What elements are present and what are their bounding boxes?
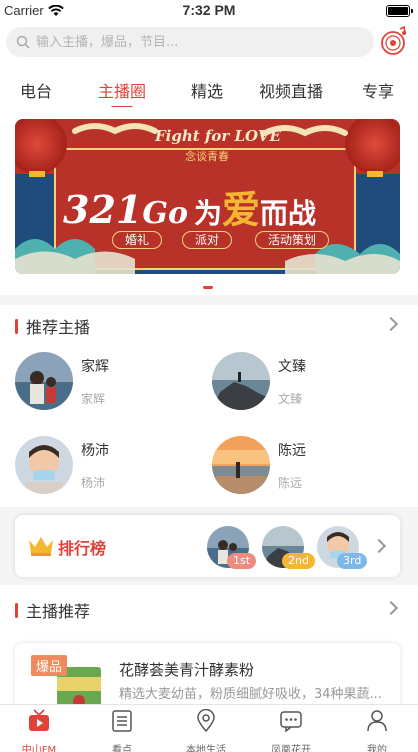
- section-accent-bar: [15, 318, 18, 334]
- banner-tag-event-planning: 活动策划: [255, 231, 329, 249]
- tabbar-item-phoenix[interactable]: 凤凰花开: [256, 709, 326, 752]
- anchor-recommend-header: 主播推荐: [15, 598, 90, 622]
- anchor-card[interactable]: 文臻 文臻: [212, 352, 306, 410]
- bottom-tab-bar: 中山FM 看点 本地生活 凤凰花开 我的: [0, 704, 418, 752]
- banner-area: Fight for LOVE 念谈青春 321 Go 为 爱 而战 婚礼 派对 …: [0, 107, 418, 295]
- anchor-subtitle: 陈远: [278, 475, 303, 490]
- banner-headline-cn3: 而战: [260, 197, 317, 230]
- anchor-name: 文臻: [278, 358, 306, 375]
- rank-badge-first: 1st: [227, 553, 257, 569]
- product-name: 花酵荟美青汁酵素粉: [119, 661, 255, 679]
- chat-icon: [280, 711, 302, 733]
- banner-headline-cn1: 为: [193, 197, 222, 230]
- ranking-title: 排行榜: [58, 539, 107, 558]
- banner-headline-number: 321: [63, 187, 143, 232]
- rank-badge-second: 2nd: [282, 553, 315, 569]
- chevron-right-icon[interactable]: [371, 538, 387, 554]
- avatar: [212, 352, 270, 410]
- banner-tag-wedding: 婚礼: [112, 231, 162, 249]
- avatar: [212, 436, 270, 494]
- anchor-card[interactable]: 杨沛 杨沛: [15, 436, 109, 494]
- tabbar-label: 我的: [367, 745, 387, 752]
- anchor-subtitle: 杨沛: [81, 475, 106, 490]
- tabbar-label: 中山FM: [21, 745, 57, 752]
- promo-banner[interactable]: Fight for LOVE 念谈青春 321 Go 为 爱 而战 婚礼 派对 …: [15, 119, 400, 274]
- section-accent-bar: [15, 602, 18, 618]
- battery-icon: [386, 5, 413, 17]
- chevron-right-icon[interactable]: [383, 600, 399, 616]
- tabbar-label: 本地生活: [186, 745, 226, 752]
- banner-headline-go: Go: [142, 196, 188, 231]
- chevron-right-icon[interactable]: [383, 316, 399, 332]
- tabbar-item-mine[interactable]: 我的: [342, 709, 412, 752]
- anchor-name: 陈远: [278, 442, 306, 459]
- list-icon: [112, 710, 132, 732]
- recommended-anchors-header: 推荐主播: [15, 314, 90, 338]
- category-tabs: 电台 主播圈 精选 视频直播 专享: [0, 72, 418, 110]
- tab-anchor-circle[interactable]: 主播圈: [98, 78, 146, 102]
- vinyl-record-icon[interactable]: [378, 25, 410, 57]
- product-card[interactable]: 爆品 花酵荟美青汁酵素粉 精选大麦幼苗，粉质细腻好吸收，34种果蔬...: [15, 643, 400, 713]
- radio-tv-icon: [29, 709, 49, 731]
- banner-fight-text: Fight for LOVE: [155, 127, 281, 145]
- tabbar-item-highlights[interactable]: 看点: [87, 709, 157, 752]
- tabbar-label: 凤凰花开: [271, 745, 311, 752]
- rank-badge-third: 3rd: [337, 553, 368, 569]
- product-description: 精选大麦幼苗，粉质细腻好吸收，34种果蔬...: [119, 687, 382, 702]
- anchor-name: 家辉: [81, 358, 109, 375]
- user-icon: [367, 710, 387, 732]
- search-bar[interactable]: [6, 27, 374, 57]
- search-icon: [16, 35, 30, 49]
- banner-headline: 321 Go 为 爱 而战: [63, 179, 316, 234]
- crown-icon: [29, 537, 53, 556]
- banner-tag-party: 派对: [182, 231, 232, 249]
- hot-item-badge: 爆品: [31, 655, 68, 676]
- recommended-anchors-section: 推荐主播 家辉 家辉 文臻 文臻 杨沛 杨沛 陈远 陈远: [0, 305, 418, 507]
- tab-radio[interactable]: 电台: [20, 78, 52, 102]
- section-title: 推荐主播: [26, 318, 91, 337]
- tabbar-item-zhongshan-fm[interactable]: 中山FM: [4, 709, 74, 752]
- tabbar-label: 看点: [112, 745, 132, 752]
- tabbar-item-local-life[interactable]: 本地生活: [171, 709, 241, 752]
- ranking-card[interactable]: 排行榜 1st 2nd 3rd: [15, 515, 400, 577]
- avatar: [15, 352, 73, 410]
- anchor-subtitle: 家辉: [81, 391, 106, 406]
- tab-video-live[interactable]: 视频直播: [259, 78, 323, 102]
- banner-headline-cn2: 爱: [221, 188, 260, 232]
- anchor-card[interactable]: 家辉 家辉: [15, 352, 109, 410]
- anchor-name: 杨沛: [81, 442, 109, 459]
- anchor-card[interactable]: 陈远 陈远: [212, 436, 306, 494]
- tab-featured[interactable]: 精选: [191, 78, 223, 102]
- carousel-dot[interactable]: [203, 286, 213, 289]
- section-title: 主播推荐: [26, 602, 91, 621]
- status-bar: Carrier 7:32 PM: [0, 0, 418, 22]
- avatar: [15, 436, 73, 494]
- tab-exclusive[interactable]: 专享: [362, 78, 394, 102]
- clock: 7:32 PM: [182, 2, 236, 18]
- anchor-subtitle: 文臻: [278, 391, 303, 406]
- location-icon: [197, 709, 215, 733]
- banner-sub-text: 念谈青春: [185, 150, 229, 163]
- search-input[interactable]: [36, 34, 336, 50]
